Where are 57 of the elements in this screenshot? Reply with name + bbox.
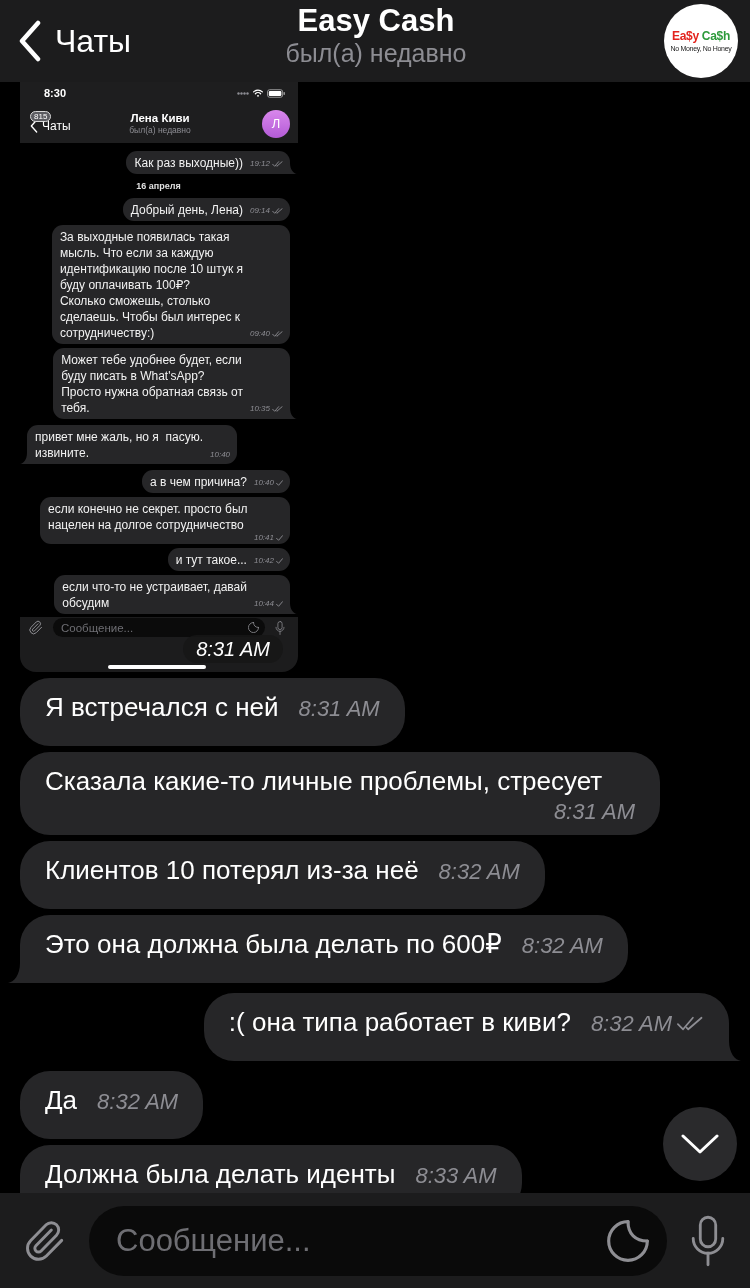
message-time: 19:12: [249, 159, 270, 169]
message-time: 8:32 AM: [438, 860, 520, 884]
message-text: :( она типа работает в киви?: [228, 1006, 571, 1038]
message-text: Это она должна была делать по 600₽: [45, 928, 502, 960]
message-text: Клиентов 10 потерял из-за неё: [45, 854, 419, 886]
sticker-icon[interactable]: [248, 622, 259, 633]
chat-status: был(а) недавно: [285, 38, 467, 68]
message-time: 09:40: [249, 329, 270, 339]
message-text: и тут такое...: [175, 552, 247, 568]
message-text: Может тебе удобнее будет, если буду писать в What'sApp? Просто нужна обратная связь от тебя.: [61, 352, 243, 416]
message-time: 10:42: [253, 556, 274, 566]
back-button[interactable]: Чаты: [14, 20, 136, 62]
message-text: Я встречался с ней: [45, 691, 279, 723]
message-text: Сказала какие-то личные проблемы, стресует: [45, 765, 603, 797]
message-text: Добрый день, Лена): [130, 202, 243, 218]
date-label: 16 апреля: [136, 180, 181, 192]
message-time: 10:41: [253, 533, 274, 543]
message-input[interactable]: Сообщение...: [116, 1222, 597, 1259]
message-text: Должна была делать иденты: [45, 1158, 396, 1190]
message-text: привет мне жаль, но я пасую. извините.: [35, 429, 204, 461]
chevron-left-icon: [18, 20, 42, 62]
wifi-icon: [253, 89, 263, 97]
message-text: Как раз выходные)): [134, 155, 243, 171]
message-time: 8:31 AM: [298, 697, 380, 721]
message-field[interactable]: Сообщение...: [89, 1205, 667, 1276]
message-time: 8:32 AM: [590, 1011, 672, 1036]
chat-title: Easy Cash: [297, 4, 455, 38]
message-time: 10:44: [253, 599, 274, 609]
logo-word: Ea$y: [672, 29, 699, 43]
message-time: 8:32 AM: [97, 1090, 179, 1114]
status-time: 8:30: [44, 86, 67, 100]
battery-icon: [267, 88, 285, 98]
message-time: 10:40: [253, 478, 274, 488]
chat-title: Лена Киви: [130, 111, 190, 125]
message-time: 8:31 AM: [553, 800, 635, 824]
message-text: если что-то не устраивает, давай обсудим: [62, 579, 247, 611]
message-time: 8:31 AM: [183, 635, 283, 663]
message-text: За выходные появилась такая мысль. Что если за каждую идентификацию после 10 штук я буду оплачивать 100₽? Сколько сможешь, столько сделаешь. Чтобы был интерес к сотрудничеству:): [59, 229, 243, 341]
message-text: Да: [45, 1084, 78, 1116]
message-text: если конечно не секрет. просто был нацелен на долгое сотрудничество: [48, 501, 248, 533]
message-time: 09:14: [249, 206, 270, 216]
sticker-icon[interactable]: [607, 1219, 649, 1262]
microphone-icon[interactable]: [690, 1214, 726, 1267]
chevron-down-icon: [681, 1133, 719, 1155]
logo-word: Ca$h: [701, 29, 730, 43]
unread-count: 815: [30, 110, 52, 122]
message-time: 8:33 AM: [415, 1164, 497, 1188]
message-time: 8:32 AM: [521, 934, 603, 958]
chat-status: был(а) недавно: [129, 125, 191, 136]
message-text: а в чем причина?: [149, 474, 247, 490]
message-time: 10:40: [210, 450, 231, 460]
message-field[interactable]: Сообщение...: [53, 618, 265, 637]
microphone-icon[interactable]: [275, 620, 285, 635]
signal-icon: [237, 91, 249, 95]
message-input[interactable]: Сообщение...: [61, 621, 244, 634]
message-time: 10:35: [249, 404, 270, 414]
paperclip-icon[interactable]: [28, 620, 43, 635]
